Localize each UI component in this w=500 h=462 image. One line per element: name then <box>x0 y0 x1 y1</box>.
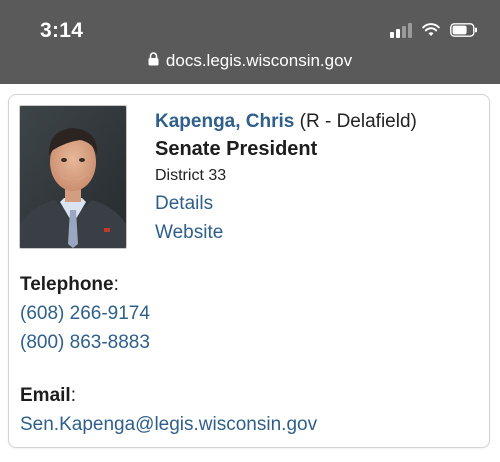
url-bar[interactable]: docs.legis.wisconsin.gov <box>0 44 500 78</box>
wifi-icon <box>422 23 440 37</box>
legislator-title: Senate President <box>155 138 318 160</box>
legislator-card: Kapenga, Chris (R - Delafield) Senate Pr… <box>8 94 490 448</box>
phone-link-2[interactable]: (800) 863-8883 <box>20 328 150 357</box>
telephone-section: Telephone: (608) 266-9174 (800) 863-8883 <box>20 271 150 357</box>
party-district: (R - Delafield) <box>299 111 417 132</box>
email-label: Email: <box>20 385 76 406</box>
url-text[interactable]: docs.legis.wisconsin.gov <box>166 51 352 71</box>
browser-status-bar: 3:14 docs.legis.wisconsin.gov <box>0 0 500 84</box>
telephone-label: Telephone: <box>20 274 119 295</box>
lock-icon <box>148 51 159 71</box>
signal-icon <box>390 22 412 38</box>
website-link[interactable]: Website <box>155 218 417 247</box>
email-link[interactable]: Sen.Kapenga@legis.wisconsin.gov <box>20 410 317 439</box>
name-line: Kapenga, Chris (R - Delafield) <box>155 109 417 135</box>
clock-time: 3:14 <box>40 19 84 42</box>
email-section: Email: Sen.Kapenga@legis.wisconsin.gov <box>20 382 317 439</box>
district-number: District 33 <box>155 167 227 184</box>
status-icons <box>390 21 478 39</box>
battery-icon <box>450 23 478 37</box>
details-link[interactable]: Details <box>155 189 417 218</box>
phone-link-1[interactable]: (608) 266-9174 <box>20 299 150 328</box>
legislator-photo <box>19 105 127 249</box>
legislator-info: Kapenga, Chris (R - Delafield) Senate Pr… <box>155 109 417 247</box>
legislator-name[interactable]: Kapenga, Chris <box>155 111 294 132</box>
